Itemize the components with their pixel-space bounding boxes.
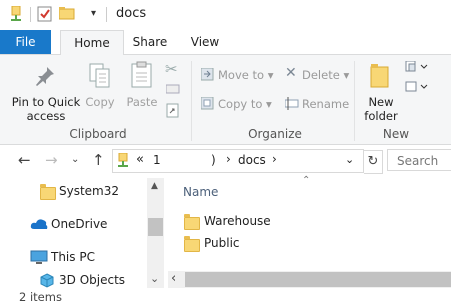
properties-icon[interactable] (9, 5, 23, 22)
folder-icon (40, 184, 56, 200)
cube-icon (40, 273, 55, 291)
scroll-up-icon[interactable]: ▲ (151, 181, 158, 191)
file-name: Public (204, 236, 240, 250)
location-icon (117, 152, 129, 171)
tab-share[interactable]: Share (127, 30, 173, 54)
copy-to-label: Copy to (218, 97, 263, 111)
paste-shortcut-icon[interactable] (166, 103, 179, 121)
content-horizontal-scrollbar[interactable]: ‹ (168, 271, 451, 288)
clipboard-group-label: Clipboard (69, 127, 127, 141)
back-arrow-icon[interactable]: ← (18, 151, 31, 169)
list-item[interactable]: Public (184, 236, 384, 254)
move-to-button[interactable]: Move to ▾ (218, 68, 273, 82)
delete-label: Delete (302, 68, 340, 82)
breadcrumb-item-docs[interactable]: docs (238, 153, 266, 167)
nav-vertical-scrollbar[interactable]: ▲ ⌄ (147, 178, 164, 288)
paste-button[interactable]: Paste (124, 95, 160, 109)
refresh-icon[interactable]: ↻ (364, 150, 383, 174)
new-folder-button[interactable]: New folder (360, 95, 402, 123)
copy-to-icon (200, 96, 214, 113)
folder-icon (184, 214, 200, 230)
move-to-label: Move to (218, 68, 265, 82)
delete-icon: ✕ (285, 65, 297, 81)
address-dropdown-chevron-icon[interactable]: ⌄ (345, 153, 354, 166)
sort-chevron-up-icon: ⌃ (302, 175, 311, 186)
item-count: 2 items (19, 290, 62, 304)
copy-to-button[interactable]: Copy to ▾ (218, 97, 272, 111)
recent-locations-chevron-icon[interactable]: ⌄ (71, 154, 79, 165)
folder-icon (184, 236, 200, 252)
breadcrumb-separator-icon: › (226, 152, 231, 166)
copy-path-icon[interactable] (165, 83, 180, 97)
tab-home[interactable]: Home (60, 30, 124, 56)
scroll-thumb[interactable] (148, 218, 163, 236)
breadcrumb-separator-icon: › (272, 152, 277, 166)
status-bar: 2 items (0, 290, 451, 304)
customize-toolbar-chevron-icon[interactable]: ▾ (91, 8, 96, 19)
address-bar[interactable]: « 1 ) › docs › ⌄ (112, 149, 364, 173)
new-folder-label: New folder (364, 95, 398, 123)
file-name: Warehouse (204, 214, 271, 228)
forward-arrow-icon[interactable]: → (45, 151, 58, 169)
checkbox-icon[interactable] (37, 6, 52, 22)
new-folder-quick-icon[interactable] (58, 6, 75, 20)
nav-item-label: This PC (51, 250, 95, 264)
nav-item-label: 3D Objects (59, 273, 126, 287)
window-title: docs (116, 6, 147, 21)
pin-to-quick-access-button[interactable]: Pin to Quick access (10, 95, 82, 123)
computer-icon (30, 250, 48, 268)
easy-access-icon[interactable] (405, 81, 429, 96)
cloud-icon (30, 218, 48, 233)
navigation-pane: System32 OneDrive This PC 3D Objects ▲ ⌄ (0, 178, 165, 290)
copy-button[interactable]: Copy (84, 95, 116, 109)
nav-item-label: OneDrive (51, 217, 108, 231)
organize-group-label: Organize (248, 127, 302, 141)
tab-file[interactable]: File (0, 30, 51, 54)
list-item[interactable]: Warehouse (184, 214, 384, 232)
pin-icon (34, 65, 56, 90)
title-bar: ▾ docs (0, 0, 451, 30)
breadcrumb-item-2[interactable]: ) (211, 153, 216, 167)
ribbon-tabs: File Home Share View (0, 30, 451, 56)
scroll-left-icon[interactable]: ‹ (171, 271, 176, 286)
rename-button[interactable]: Rename (302, 97, 349, 111)
delete-button[interactable]: Delete ▾ (302, 68, 349, 82)
pin-label: Pin to Quick access (11, 95, 81, 123)
scroll-down-icon[interactable]: ⌄ (150, 272, 159, 285)
ribbon: Pin to Quick access Copy Paste ✂ Clipboa… (0, 55, 451, 145)
search-input[interactable]: Search (387, 149, 451, 171)
new-folder-icon (370, 62, 392, 91)
scroll-thumb[interactable] (185, 272, 451, 287)
tab-view[interactable]: View (180, 30, 230, 54)
copy-icon (88, 63, 112, 92)
address-row: ← → ⌄ ↑ « 1 ) › docs › ⌄ ↻ Search (0, 145, 451, 177)
nav-item-label: System32 (59, 184, 120, 198)
cut-icon[interactable]: ✂ (165, 60, 178, 78)
file-list: ⌃ Name Warehouse Public ‹ (168, 175, 451, 290)
rename-icon (284, 97, 299, 113)
column-header-name[interactable]: Name (183, 185, 218, 199)
move-to-icon (200, 67, 214, 84)
new-item-icon[interactable] (405, 60, 429, 76)
breadcrumb-item-1[interactable]: 1 (153, 153, 161, 167)
up-arrow-icon[interactable]: ↑ (92, 151, 105, 169)
paste-icon (130, 61, 154, 92)
breadcrumb-overflow[interactable]: « (136, 152, 144, 167)
new-group-label: New (382, 127, 410, 141)
